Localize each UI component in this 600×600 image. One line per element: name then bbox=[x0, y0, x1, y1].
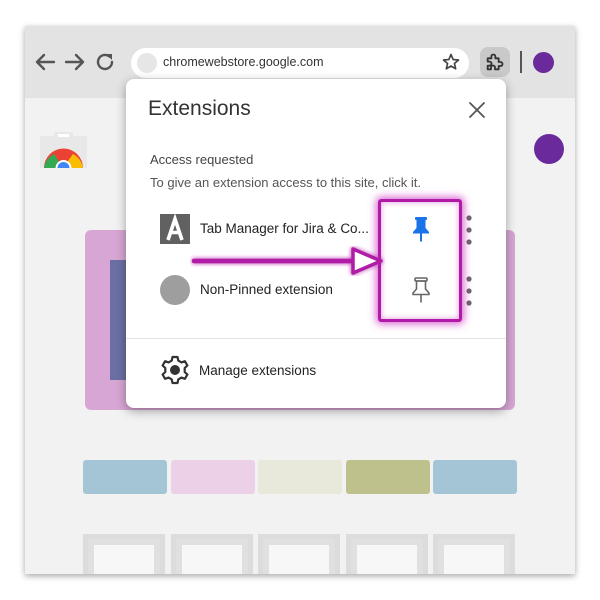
category-tile[interactable] bbox=[258, 460, 342, 494]
url-text: chromewebstore.google.com bbox=[163, 55, 324, 69]
puzzle-icon bbox=[486, 53, 504, 71]
category-tile[interactable] bbox=[346, 460, 430, 494]
address-bar[interactable]: chromewebstore.google.com bbox=[131, 48, 469, 78]
page-account-avatar[interactable] bbox=[534, 134, 564, 164]
category-tile[interactable] bbox=[83, 460, 167, 494]
toolbar-separator bbox=[520, 51, 522, 73]
generic-extension-icon bbox=[160, 275, 190, 305]
extensions-button[interactable] bbox=[480, 47, 510, 77]
reload-button[interactable] bbox=[91, 46, 119, 78]
category-tile[interactable] bbox=[433, 460, 517, 494]
more-options-icon[interactable] bbox=[463, 213, 475, 247]
back-button[interactable] bbox=[31, 46, 59, 78]
manage-extensions-label: Manage extensions bbox=[199, 363, 317, 378]
category-tile[interactable] bbox=[171, 460, 255, 494]
tab-manager-extension-icon bbox=[160, 214, 190, 244]
extension-name: Non-Pinned extension bbox=[200, 282, 333, 297]
access-requested-description: To give an extension access to this site… bbox=[150, 175, 421, 190]
forward-arrow-icon bbox=[64, 53, 85, 71]
popup-title: Extensions bbox=[148, 97, 251, 120]
access-requested-heading: Access requested bbox=[150, 152, 254, 167]
star-icon[interactable] bbox=[441, 52, 461, 72]
extension-card[interactable] bbox=[346, 534, 428, 574]
popup-divider bbox=[126, 338, 506, 339]
extension-card[interactable] bbox=[258, 534, 340, 574]
extension-card[interactable] bbox=[83, 534, 165, 574]
manage-extensions-button[interactable]: Manage extensions bbox=[126, 344, 506, 396]
more-options-icon[interactable] bbox=[463, 274, 475, 308]
back-arrow-icon bbox=[35, 53, 56, 71]
profile-avatar[interactable] bbox=[533, 52, 554, 73]
reload-icon bbox=[96, 53, 114, 71]
chrome-web-store-logo bbox=[40, 132, 87, 168]
close-icon[interactable] bbox=[466, 99, 488, 121]
gear-icon bbox=[161, 355, 189, 385]
annotation-arrow-icon bbox=[191, 247, 383, 275]
extension-card[interactable] bbox=[433, 534, 515, 574]
pin-highlight-box bbox=[378, 199, 462, 322]
extension-name: Tab Manager for Jira & Co... bbox=[200, 221, 369, 236]
site-info-icon[interactable] bbox=[137, 53, 157, 73]
forward-button[interactable] bbox=[61, 46, 89, 78]
extension-card[interactable] bbox=[171, 534, 253, 574]
